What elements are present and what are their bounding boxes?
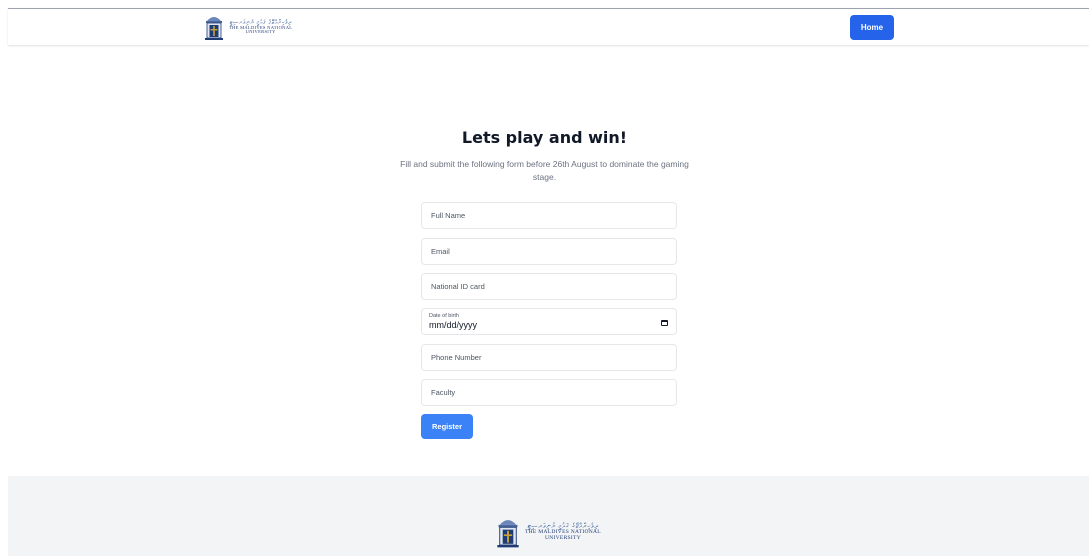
faculty-input[interactable] [421, 379, 677, 406]
top-navbar: ދިވެހިރާއްޖޭގެ ޤައުމީ ޔުނިވަރސިޓީ THE MA… [8, 8, 1089, 45]
phone-number-input[interactable] [421, 344, 677, 371]
page-subtitle: Fill and submit the following form befor… [400, 159, 689, 182]
university-emblem-icon [203, 13, 225, 41]
calendar-icon[interactable] [661, 320, 668, 326]
date-of-birth-label: Date of birth [429, 313, 459, 319]
full-name-input[interactable] [421, 202, 677, 229]
date-of-birth-input[interactable]: Date of birth mm/dd/yyyy [421, 308, 677, 335]
footer-logo-name-line2: UNIVERSITY [544, 534, 581, 541]
university-logo[interactable]: ދިވެހިރާއްޖޭގެ ޤައުމީ ޔުނިވަރސިޓީ THE MA… [203, 13, 292, 41]
email-input[interactable] [421, 238, 677, 265]
register-button[interactable]: Register [421, 414, 473, 439]
home-button[interactable]: Home [850, 15, 894, 40]
footer-university-logo[interactable]: ދިވެހިރާއްޖޭގެ ޤައުމީ ޔުނިވަރސިޓީ THE MA… [495, 514, 601, 550]
footer: ދިވެހިރާއްޖޭގެ ޤައުމީ ޔުނިވަރސިޓީ THE MA… [8, 476, 1089, 556]
page-title: Lets play and win! [461, 128, 628, 147]
logo-text: ދިވެހިރާއްޖޭގެ ޤައުމީ ޔުނިވަރސިޓީ THE MA… [229, 19, 292, 35]
page: ދިވެހިރާއްޖޭގެ ޤައުމީ ޔުނިވަރސިޓީ THE MA… [0, 0, 1089, 556]
date-of-birth-value[interactable]: mm/dd/yyyy [429, 320, 477, 330]
university-emblem-icon [495, 514, 521, 550]
national-id-input[interactable] [421, 273, 677, 300]
logo-name-line2: UNIVERSITY [245, 29, 276, 34]
footer-logo-text: ދިވެހިރާއްޖޭގެ ޤައުމީ ޔުނިވަރސިޓީ THE MA… [525, 523, 601, 541]
